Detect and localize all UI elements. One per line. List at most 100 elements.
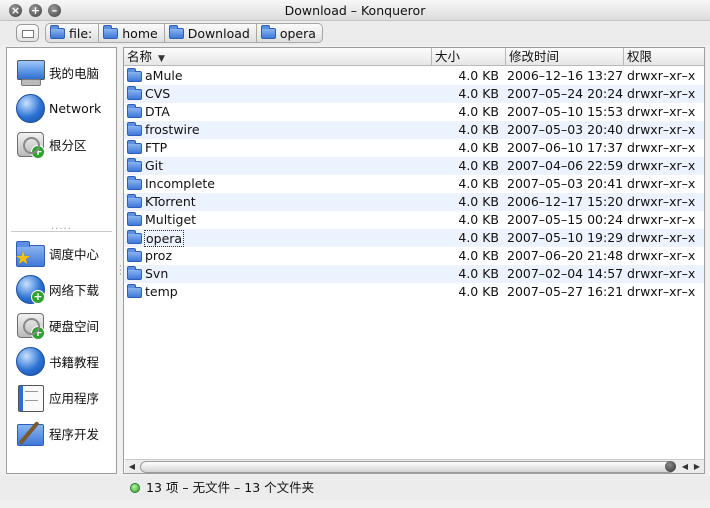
book-icon: [15, 382, 45, 412]
scroll-right-arrow-icon[interactable]: ▶: [691, 460, 703, 473]
window-title: Download – Konqueror: [284, 3, 426, 18]
tools-icon: [15, 418, 45, 448]
horizontal-scrollbar[interactable]: ◀ ◀ ▶: [125, 459, 704, 473]
sidebar-item-downloads[interactable]: + 网络下载: [15, 273, 99, 305]
column-header-size[interactable]: 大小: [432, 48, 506, 66]
folder-icon: [127, 85, 142, 100]
scrollbar-thumb[interactable]: [140, 461, 675, 473]
title-bar: × + – Download – Konqueror: [0, 0, 710, 21]
file-name-cell: KTorrent: [127, 193, 197, 211]
table-row[interactable]: Git 4.0 KB 2007–04–06 22:59 drwxr–xr–x: [124, 157, 704, 175]
places-sidebar: 我的电脑 Network + 根分区 ★ 调度中心 + 网络下载 + 硬盘空间 …: [6, 47, 117, 474]
file-name-cell: CVS: [127, 85, 171, 103]
file-permissions-cell: drwxr–xr–x: [627, 104, 696, 119]
sidebar-item-my-computer[interactable]: 我的电脑: [15, 56, 99, 88]
file-name-cell: Svn: [127, 265, 169, 283]
file-permissions-cell: drwxr–xr–x: [627, 248, 696, 263]
table-row[interactable]: Multiget 4.0 KB 2007–05–15 00:24 drwxr–xr–x: [124, 211, 704, 229]
sidebar-item-scheduler[interactable]: ★ 调度中心: [15, 237, 99, 269]
column-header-permissions[interactable]: 权限: [624, 48, 704, 66]
network-globe-icon: [15, 93, 45, 123]
file-size-cell: 4.0 KB: [458, 122, 499, 137]
file-modified-cell: 2006–12–17 15:20: [507, 194, 624, 209]
table-row[interactable]: temp 4.0 KB 2007–05–27 16:21 drwxr–xr–x: [124, 283, 704, 301]
file-size-cell: 4.0 KB: [458, 230, 499, 245]
table-row[interactable]: aMule 4.0 KB 2006–12–16 13:27 drwxr–xr–x: [124, 67, 704, 85]
scroll-left-arrow-icon[interactable]: ◀: [679, 460, 691, 473]
file-size-cell: 4.0 KB: [458, 266, 499, 281]
file-size-cell: 4.0 KB: [458, 68, 499, 83]
table-row[interactable]: opera 4.0 KB 2007–05–10 19:29 drwxr–xr–x: [124, 229, 704, 247]
file-modified-cell: 2007–04–06 22:59: [507, 158, 624, 173]
file-modified-cell: 2007–06–10 17:37: [507, 140, 624, 155]
file-name-cell: temp: [127, 283, 179, 301]
sidebar-item-network[interactable]: Network: [15, 92, 101, 124]
table-row[interactable]: FTP 4.0 KB 2007–06–10 17:37 drwxr–xr–x: [124, 139, 704, 157]
file-modified-cell: 2007–05–15 00:24: [507, 212, 624, 227]
sidebar-item-disk-space[interactable]: + 硬盘空间: [15, 309, 99, 341]
folder-icon: [103, 24, 119, 39]
drive-icon: +: [15, 310, 45, 340]
file-name-cell: FTP: [127, 139, 168, 157]
file-size-cell: 4.0 KB: [458, 212, 499, 227]
folder-icon: [127, 67, 142, 82]
file-modified-cell: 2007–05–03 20:41: [507, 176, 624, 191]
folder-icon: [127, 139, 142, 154]
table-header: 名称 ▼ 大小 修改时间 权限: [124, 48, 704, 66]
file-permissions-cell: drwxr–xr–x: [627, 68, 696, 83]
file-permissions-cell: drwxr–xr–x: [627, 212, 696, 227]
status-indicator-icon: [130, 483, 140, 493]
sidebar-item-root-partition[interactable]: + 根分区: [15, 128, 87, 160]
breadcrumb-item-opera[interactable]: opera: [256, 23, 323, 43]
file-name-cell: opera: [127, 229, 185, 247]
table-row[interactable]: Svn 4.0 KB 2007–02–04 14:57 drwxr–xr–x: [124, 265, 704, 283]
globe-icon: +: [15, 274, 45, 304]
file-permissions-cell: drwxr–xr–x: [627, 140, 696, 155]
sidebar-item-applications[interactable]: 应用程序: [15, 381, 99, 413]
file-name-cell: Git: [127, 157, 164, 175]
folder-icon: [127, 121, 142, 136]
table-row[interactable]: proz 4.0 KB 2007–06–20 21:48 drwxr–xr–x: [124, 247, 704, 265]
sidebar-item-development[interactable]: 程序开发: [15, 417, 99, 449]
table-row[interactable]: frostwire 4.0 KB 2007–05–03 20:40 drwxr–xr–…: [124, 121, 704, 139]
folder-icon: [260, 24, 276, 39]
table-row[interactable]: DTA 4.0 KB 2007–05–10 15:53 drwxr–xr–x: [124, 103, 704, 121]
file-name-cell: Multiget: [127, 211, 197, 229]
file-permissions-cell: drwxr–xr–x: [627, 266, 696, 281]
file-permissions-cell: drwxr–xr–x: [627, 176, 696, 191]
globe-icon: [15, 346, 45, 376]
scroll-left-arrow-icon[interactable]: ◀: [126, 460, 138, 473]
table-row[interactable]: CVS 4.0 KB 2007–05–24 20:24 drwxr–xr–x: [124, 85, 704, 103]
file-modified-cell: 2007–05–27 16:21: [507, 284, 624, 299]
folder-icon: [168, 24, 184, 39]
file-permissions-cell: drwxr–xr–x: [627, 284, 696, 299]
folder-icon: [127, 211, 142, 226]
computer-icon: [15, 57, 45, 87]
breadcrumb-item-home[interactable]: home: [99, 23, 165, 43]
column-header-name[interactable]: 名称 ▼: [124, 48, 432, 66]
file-permissions-cell: drwxr–xr–x: [627, 230, 696, 245]
file-modified-cell: 2006–12–16 13:27: [507, 68, 624, 83]
file-size-cell: 4.0 KB: [458, 104, 499, 119]
sidebar-item-book-tutorials[interactable]: 书籍教程: [15, 345, 99, 377]
folder-icon: [127, 175, 142, 190]
file-size-cell: 4.0 KB: [458, 248, 499, 263]
folder-icon: [127, 229, 142, 244]
panel-resize-grip[interactable]: · · ·: [119, 263, 122, 280]
file-permissions-cell: drwxr–xr–x: [627, 86, 696, 101]
file-name-cell: aMule: [127, 67, 184, 85]
file-permissions-cell: drwxr–xr–x: [627, 158, 696, 173]
file-name-cell: frostwire: [127, 121, 201, 139]
file-size-cell: 4.0 KB: [458, 140, 499, 155]
table-row[interactable]: Incomplete 4.0 KB 2007–05–03 20:41 drwxr–xr…: [124, 175, 704, 193]
file-permissions-cell: drwxr–xr–x: [627, 122, 696, 137]
toggle-location-editor-button[interactable]: [16, 24, 39, 42]
status-text: 13 项 – 无文件 – 13 个文件夹: [146, 480, 315, 495]
column-header-modified[interactable]: 修改时间: [506, 48, 624, 66]
folder-icon: [127, 283, 142, 298]
table-row[interactable]: KTorrent 4.0 KB 2006–12–17 15:20 drwxr–xr–x: [124, 193, 704, 211]
file-size-cell: 4.0 KB: [458, 158, 499, 173]
breadcrumb-item-download[interactable]: Download: [164, 23, 257, 43]
breadcrumb-item-file[interactable]: file:: [45, 23, 100, 43]
folder-icon: [127, 103, 142, 118]
